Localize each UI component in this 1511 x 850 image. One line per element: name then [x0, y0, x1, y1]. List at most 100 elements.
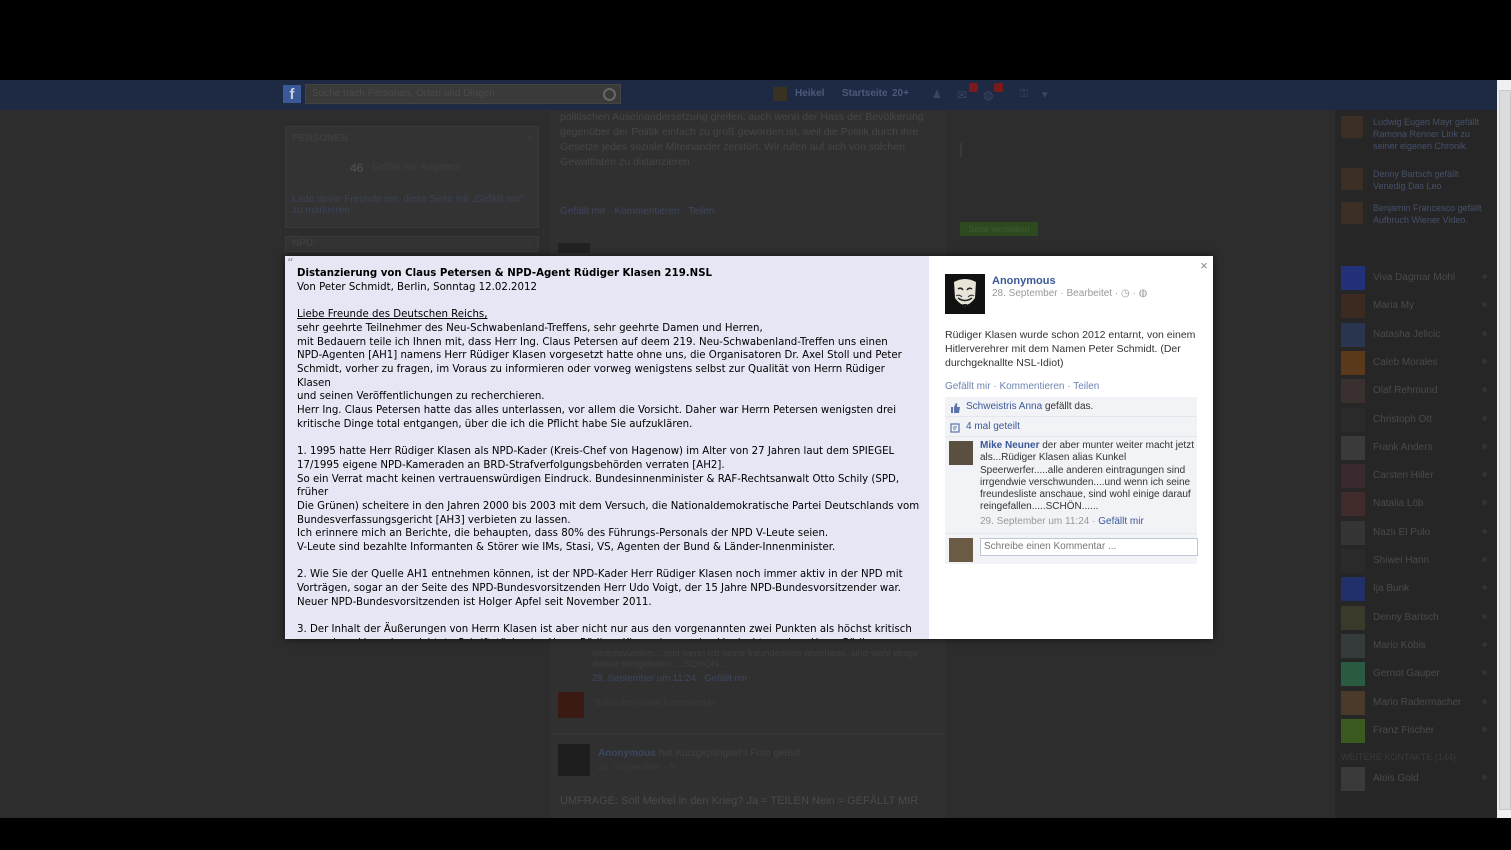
document-line: 1. 1995 hatte Herr Rüdiger Klasen als NP… — [297, 446, 895, 458]
document-line: sehr geehrte Teilnehmer des Neu-Schwaben… — [297, 322, 763, 334]
share-link[interactable]: Teilen — [1073, 381, 1099, 392]
chat-contact[interactable]: Denny Bartsch — [1341, 605, 1491, 630]
avatar — [558, 744, 590, 776]
post-actions-dimmed[interactable]: Gefällt mir · Kommentieren · Teilen — [560, 206, 714, 217]
write-comment-dimmed[interactable]: Schreibe einen Kommentar ... — [594, 698, 726, 709]
avatar — [1341, 350, 1365, 375]
shares-link[interactable]: 4 mal geteilt — [966, 417, 1020, 436]
commenter-name-link[interactable]: Mike Neuner — [980, 440, 1039, 451]
chat-contact[interactable]: Maria My — [1341, 294, 1491, 319]
chat-contact[interactable]: Viva Dagmar Mohl — [1341, 266, 1491, 290]
status-dot-icon — [1482, 775, 1487, 780]
audience-icon[interactable]: · ◷ · ◍ — [1115, 288, 1147, 299]
divider — [960, 143, 962, 157]
author-avatar[interactable] — [945, 274, 985, 314]
ticker-item[interactable]: Denny Bartsch gefällt Venedig Das Leo — [1341, 168, 1491, 198]
chat-contact[interactable]: Caleb Morales — [1341, 350, 1491, 375]
nav-home[interactable]: Startseite — [842, 88, 888, 99]
comment-body: Mike Neuner der aber munter weiter macht… — [980, 440, 1194, 527]
nav-home-count: 20+ — [892, 88, 909, 99]
post-edited[interactable]: Bearbeitet — [1067, 288, 1113, 299]
commenter-avatar[interactable] — [949, 441, 973, 465]
search-input[interactable]: Suche nach Personen, Orten und Dingen — [305, 84, 621, 104]
chat-contact-name: Mario Radermacher — [1373, 696, 1462, 708]
manage-page-button[interactable]: Seite verwalten — [960, 222, 1038, 236]
document-line: Neuer NPD-Bundesvorsitzenden ist Holger … — [297, 596, 652, 608]
chat-contact[interactable]: Ija Bunk — [1341, 577, 1491, 602]
document-line: Die Grünen) scheitere in den Jahren 2000… — [297, 500, 920, 512]
ticker-text: Benjamin Francesco gefällt Aufbruch Wien… — [1373, 203, 1482, 225]
scrollbar-thumb[interactable] — [1499, 90, 1511, 810]
like-link[interactable]: Gefällt mir — [945, 381, 991, 392]
chat-contact[interactable]: Carsten Hiller — [1341, 464, 1491, 489]
document-line: V-Leute sind bezahlte Informanten & Stör… — [297, 542, 836, 554]
chat-contact[interactable]: Nazlı El Pulo — [1341, 520, 1491, 545]
comment-link[interactable]: Kommentieren — [999, 381, 1064, 392]
chat-contact-name: Ija Bunk — [1373, 583, 1410, 595]
avatar — [1341, 116, 1363, 138]
avatar — [1341, 605, 1365, 630]
post2-header: Anonymous hat Kurzgeplingsel's Foto gete… — [598, 748, 803, 759]
post-date[interactable]: 28. September — [992, 288, 1058, 299]
avatar — [1341, 633, 1365, 658]
comment-timestamp[interactable]: 29. September um 11:24 — [980, 516, 1089, 527]
likes-row: Schweistris Anna gefällt das. — [945, 397, 1197, 417]
chevron-right-icon[interactable]: › — [528, 237, 532, 251]
post-author-link[interactable]: Anonymous — [992, 275, 1056, 287]
likes-text: Schweistris Anna gefällt das. — [966, 397, 1093, 416]
liker-name-link[interactable]: Schweistris Anna — [966, 401, 1042, 412]
avatar — [558, 243, 590, 253]
chat-contact[interactable]: Christoph Ott — [1341, 407, 1491, 432]
status-dot-icon — [1482, 330, 1487, 336]
chat-contact-name: Carsten Hiller — [1373, 470, 1434, 482]
document-paragraph-2: 1. 1995 hatte Herr Rüdiger Klasen als NP… — [297, 445, 921, 555]
post-text: Rüdiger Klasen wurde schon 2012 entarnt,… — [945, 329, 1196, 369]
divider — [550, 733, 945, 734]
status-dot-icon — [1482, 726, 1487, 732]
post2-suffix: hat Kurzgeplingsel's Foto geteilt. — [658, 748, 803, 759]
likes-count: 46 — [350, 161, 364, 175]
top-bar: f Suche nach Personen, Orten und Dingen … — [0, 80, 1497, 110]
avatar — [1341, 464, 1365, 489]
status-dot-icon — [1482, 585, 1487, 591]
chat-contact[interactable]: Shiwei Hann — [1341, 549, 1491, 573]
notifications-icon[interactable]: ◍ — [983, 88, 993, 102]
chat-contact[interactable]: Gernot Gauper — [1341, 662, 1491, 687]
chevron-right-icon[interactable]: › — [528, 131, 532, 145]
chat-contact[interactable]: Mario Radermacher — [1341, 690, 1491, 715]
friends-icon[interactable]: ♟ — [932, 88, 942, 101]
chat-contact[interactable]: Natalia Löb — [1341, 492, 1491, 517]
messages-icon[interactable]: ✉ — [957, 88, 967, 102]
chat-contact[interactable]: Frank Anders — [1341, 435, 1491, 460]
status-dot-icon — [1482, 472, 1487, 478]
chat-contact[interactable]: Olaf Rehmund — [1341, 379, 1491, 404]
avatar — [1341, 322, 1365, 347]
chat-contact[interactable]: Alois Gold — [1341, 767, 1491, 791]
close-icon[interactable]: × — [1198, 258, 1210, 273]
post-meta: 28. September · Bearbeitet · ◷ · ◍ — [992, 288, 1148, 299]
avatar — [1341, 202, 1363, 224]
chat-contact[interactable]: Natasha Jelicic — [1341, 322, 1491, 347]
photo-viewer: “ Distanzierung von Claus Petersen & NPD… — [285, 256, 1213, 639]
post2-author[interactable]: Anonymous — [598, 748, 656, 759]
document-line: kritische Dinge total entgangen, über di… — [297, 418, 693, 430]
more-contacts-label: WEITERE KONTAKTE (144) — [1341, 752, 1456, 762]
chat-contact[interactable]: Mario Köbis — [1341, 633, 1491, 658]
nav-profile[interactable]: Heikel — [795, 88, 824, 99]
invite-friends-link[interactable]: Lade deine Freunde ein, diese Seite mit … — [292, 194, 532, 216]
search-icon[interactable] — [603, 88, 616, 101]
status-dot-icon — [1482, 274, 1487, 279]
facebook-logo-icon[interactable]: f — [283, 85, 301, 103]
chat-contact-name: Olaf Rehmund — [1373, 385, 1438, 397]
photo-image[interactable]: “ Distanzierung von Claus Petersen & NPD… — [285, 256, 929, 639]
chat-contact[interactable]: Franz Fischer — [1341, 718, 1491, 743]
comment-input[interactable]: Schreibe einen Kommentar ... — [980, 538, 1198, 556]
ticker-item[interactable]: Benjamin Francesco gefällt Aufbruch Wien… — [1341, 202, 1491, 232]
comment-like-link[interactable]: Gefällt mir — [1098, 516, 1144, 527]
profile-avatar[interactable] — [773, 87, 787, 101]
chat-contact-name: Frank Anders — [1373, 441, 1433, 453]
settings-icon[interactable]: ▾ — [1042, 88, 1048, 101]
ticker-item[interactable]: Ludwig Eugen Mayr gefällt Ramona Renner … — [1341, 116, 1491, 151]
privacy-icon[interactable]: ⚿ — [1020, 88, 1028, 101]
document-paragraph-1: sehr geehrte Teilnehmer des Neu-Schwaben… — [297, 322, 921, 432]
